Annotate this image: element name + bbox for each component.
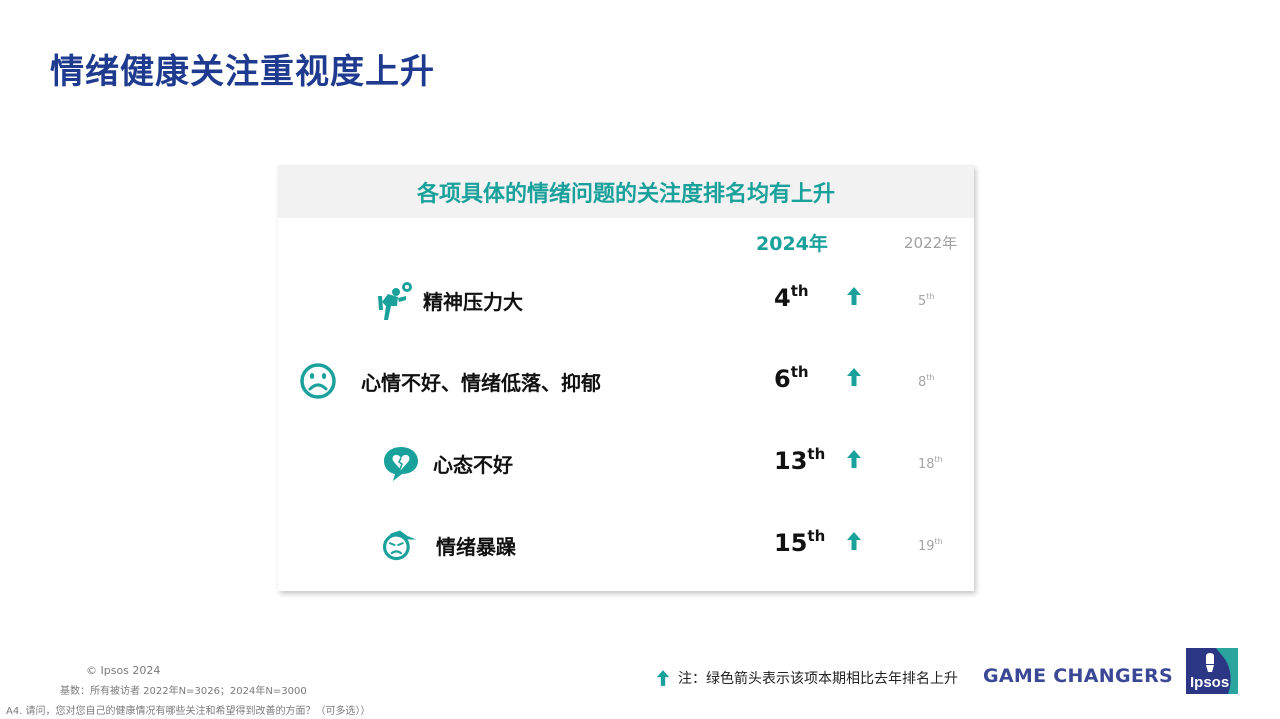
up-arrow-icon	[656, 670, 670, 686]
angry-face-icon	[382, 530, 417, 561]
sad-face-icon	[300, 363, 336, 399]
card-header-title: 各项具体的情绪问题的关注度排名均有上升	[416, 181, 835, 207]
row-label: 心态不好	[433, 453, 513, 477]
broken-heart-bubble-icon	[384, 447, 418, 481]
up-arrow-icon	[847, 287, 861, 305]
row-label: 情绪暴躁	[436, 535, 516, 559]
stressed-person-icon	[378, 282, 412, 320]
ranking-row: 精神压力大 4th 5th	[278, 270, 974, 330]
ranking-row: 情绪暴躁 15th 19th	[278, 515, 974, 575]
row-label: 心情不好、情绪低落、抑郁	[361, 371, 601, 395]
page-title: 情绪健康关注重视度上升	[50, 52, 435, 92]
tagline: GAME CHANGERS	[983, 665, 1174, 687]
legend-note: 注：绿色箭头表示该项本期相比去年排名上升	[656, 668, 958, 688]
rank-2024: 15th	[774, 527, 826, 557]
rank-2024: 13th	[774, 445, 826, 475]
column-header-2022: 2022年	[904, 234, 958, 252]
footer-copyright: © Ipsos 2024	[86, 664, 161, 677]
rank-2022: 5th	[918, 292, 935, 309]
card-header: 各项具体的情绪问题的关注度排名均有上升	[278, 165, 974, 218]
up-arrow-icon	[847, 368, 861, 386]
rank-2024: 6th	[774, 363, 809, 393]
ranking-card: 各项具体的情绪问题的关注度排名均有上升 2024年 2022年 精神压力大 4t…	[278, 165, 974, 591]
logo-text: Ipsos	[1190, 674, 1230, 691]
rank-2022: 8th	[918, 373, 935, 390]
up-arrow-icon	[847, 450, 861, 468]
footer-base-note: 基数：所有被访者 2022年N=3026；2024年N=3000	[60, 686, 307, 697]
ranking-row: 心态不好 13th 18th	[278, 433, 974, 493]
ranking-row: 心情不好、情绪低落、抑郁 6th 8th	[278, 351, 974, 411]
rank-2022: 18th	[918, 455, 943, 472]
legend-note-text: 注：绿色箭头表示该项本期相比去年排名上升	[678, 671, 958, 687]
rank-2024: 4th	[774, 282, 809, 312]
ipsos-logo: Ipsos	[1186, 648, 1238, 694]
footer-question: A4. 请问，您对您自己的健康情况有哪些关注和希望得到改善的方面？（可多选））	[6, 706, 371, 717]
column-header-2024: 2024年	[756, 233, 828, 255]
row-label: 精神压力大	[423, 290, 523, 314]
up-arrow-icon	[847, 532, 861, 550]
rank-2022: 19th	[918, 537, 943, 554]
